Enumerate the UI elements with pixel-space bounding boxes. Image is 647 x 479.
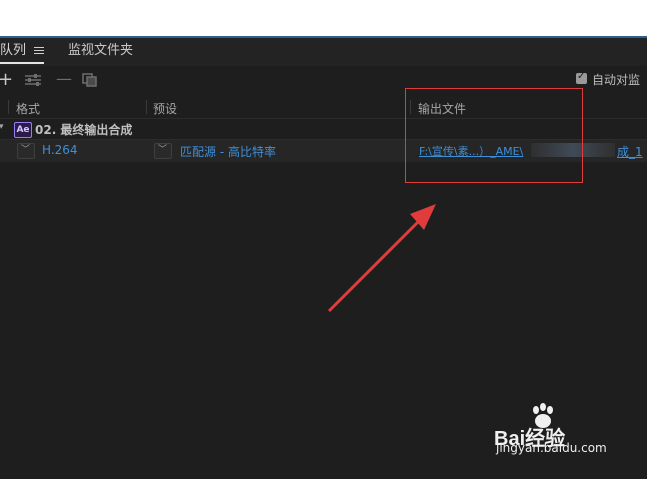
column-format-header[interactable]: 格式	[16, 100, 40, 117]
annotation-highlight-box	[405, 88, 583, 183]
sliders-icon[interactable]	[24, 73, 42, 87]
after-effects-icon: Ae	[14, 122, 32, 138]
tab-watch-folders[interactable]: 监视文件夹	[68, 38, 133, 66]
preset-value[interactable]: 匹配源 - 高比特率	[180, 143, 276, 160]
output-file-link-end[interactable]: 成_1	[617, 143, 643, 160]
duplicate-icon[interactable]	[82, 73, 98, 87]
panel-tab-bar: 队列 监视文件夹	[0, 38, 647, 66]
chevron-down-icon: ﹀	[21, 145, 31, 155]
minus-icon[interactable]: —	[56, 71, 72, 87]
plus-icon[interactable]: +	[0, 71, 13, 89]
tab-watch-label: 监视文件夹	[68, 43, 134, 58]
expand-caret-icon[interactable]: ▾	[0, 122, 4, 132]
column-preset-header[interactable]: 预设	[153, 100, 177, 117]
panel-menu-icon[interactable]	[34, 47, 44, 56]
watermark-url: jingyan.baidu.com	[496, 441, 607, 455]
column-separator	[146, 100, 147, 114]
tab-queue-label: 队列	[0, 43, 27, 58]
format-dropdown-button[interactable]: ﹀	[17, 143, 35, 159]
auto-encode-checkbox[interactable]	[576, 71, 587, 84]
group-composition-name: 02. 最终输出合成	[35, 123, 133, 137]
top-white-area	[0, 0, 647, 36]
auto-encode-label: 自动对监	[592, 73, 641, 87]
tab-queue-underline	[0, 62, 44, 64]
chevron-down-icon: ﹀	[158, 145, 168, 155]
format-value[interactable]: H.264	[42, 143, 78, 157]
preset-dropdown-button[interactable]: ﹀	[154, 143, 172, 159]
column-separator	[8, 100, 9, 114]
